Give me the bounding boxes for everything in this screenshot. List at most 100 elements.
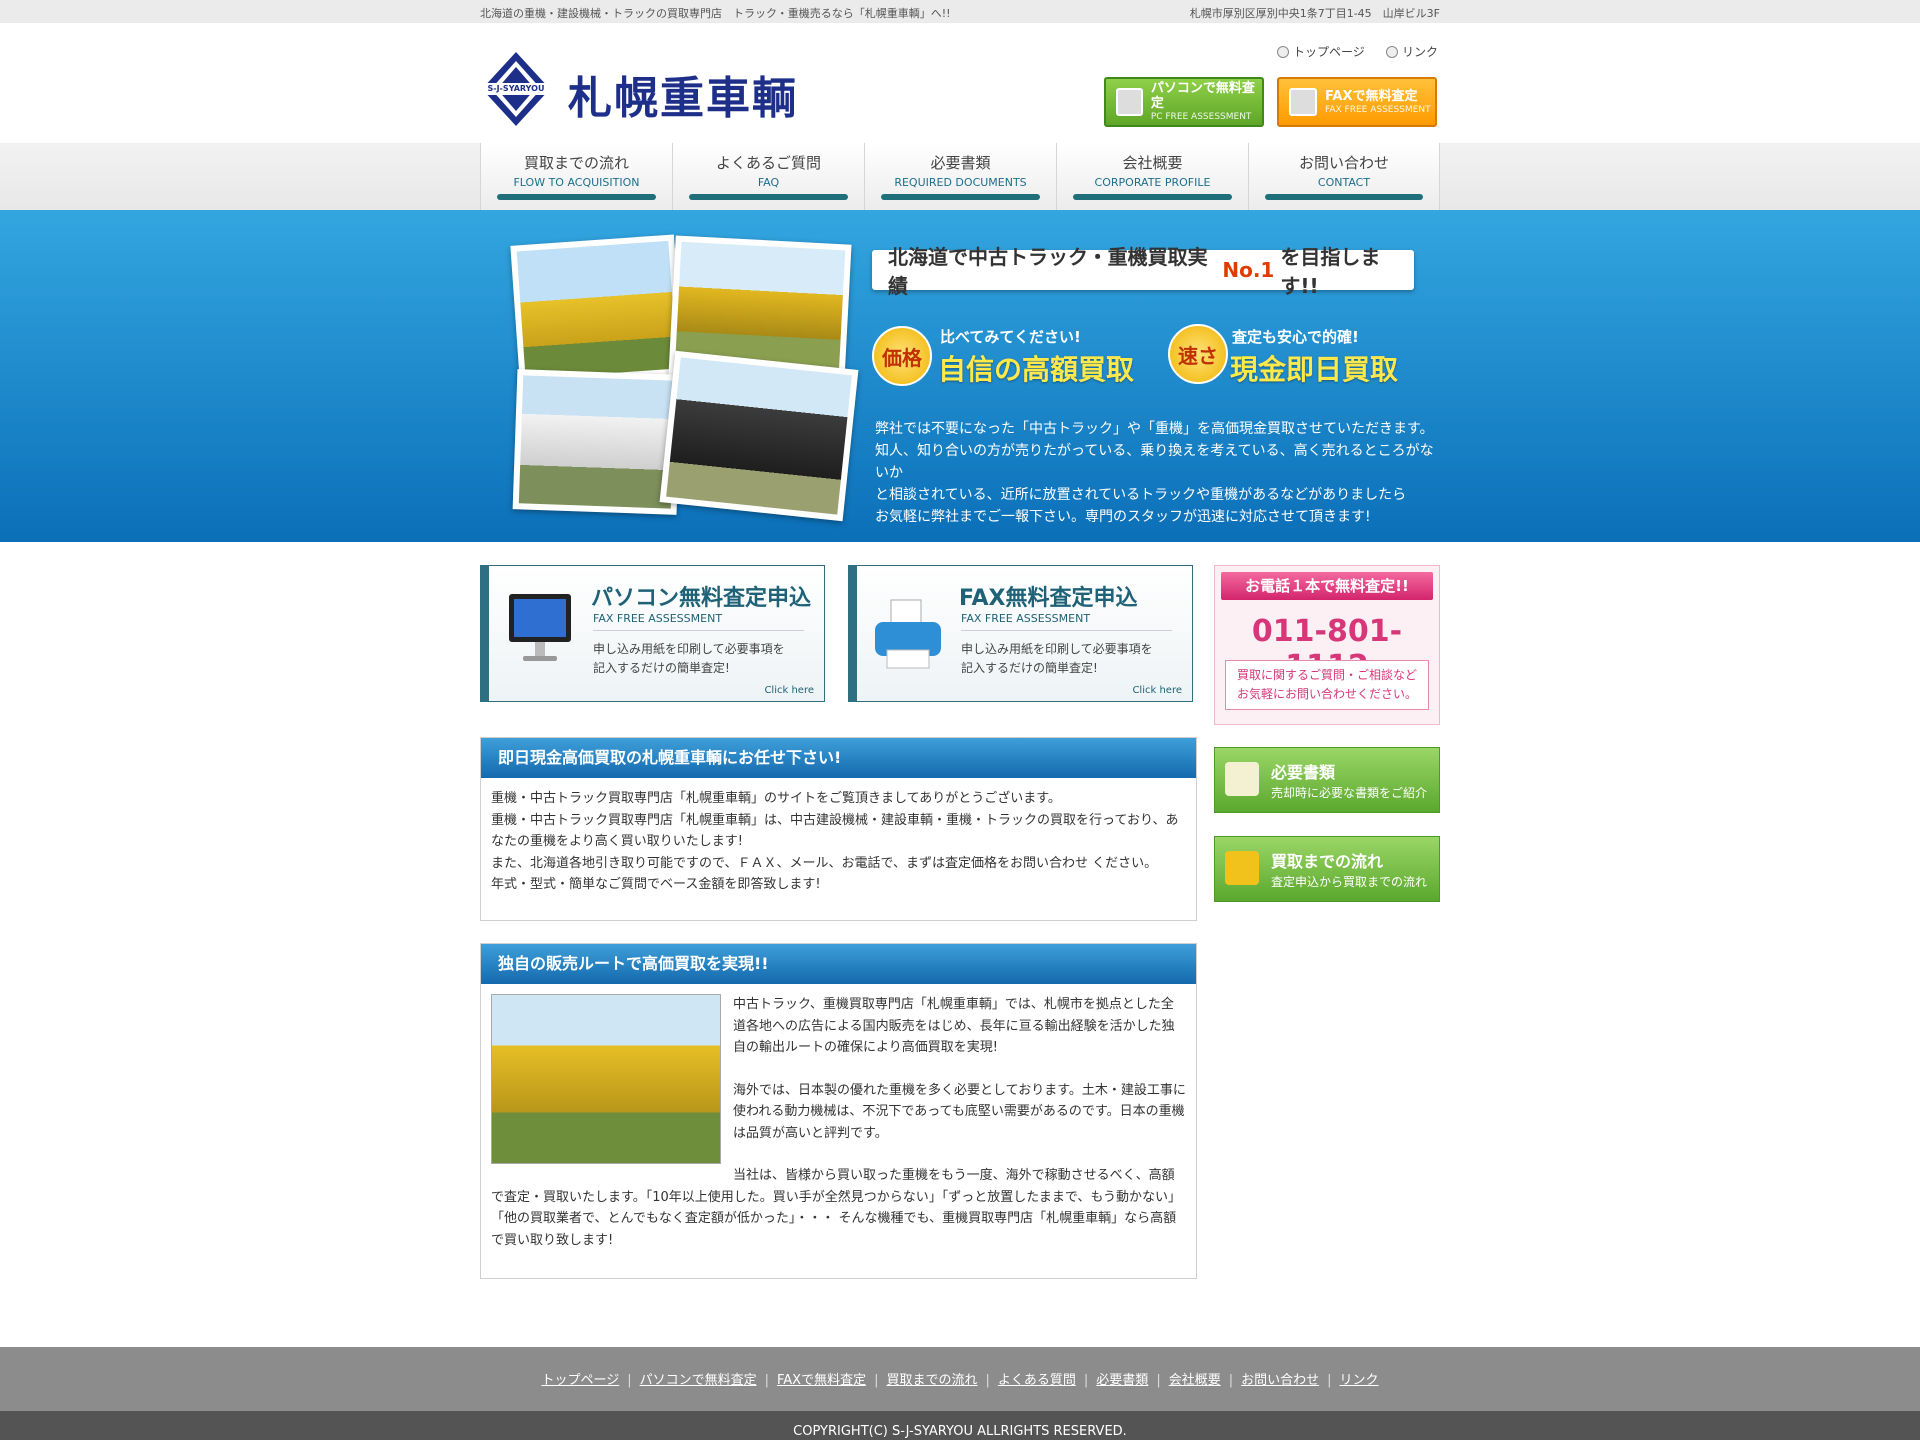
hero-tag-post: を目指します!! [1280, 245, 1381, 298]
footer-separator: | [627, 1373, 632, 1388]
bullet-icon [1386, 45, 1398, 58]
nav-item-label: よくあるご質問 [715, 154, 821, 172]
footer-link-contact[interactable]: お問い合わせ [1241, 1373, 1319, 1388]
banner-strip [481, 566, 489, 701]
footer-separator: | [1083, 1373, 1089, 1388]
acquisition-flow-button[interactable]: 買取までの流れ 査定申込から買取までの流れ [1214, 836, 1440, 902]
fax-assessment-banner[interactable]: FAX無料査定申込 FAX FREE ASSESSMENT 申し込み用紙を印刷し… [848, 565, 1193, 702]
feature1-big: 自信の高額買取 [938, 353, 1135, 386]
nav-item-label: 会社概要 [1122, 154, 1183, 172]
pc-button-label: パソコンで無料査定 [1150, 81, 1255, 111]
nav-item-sub: CORPORATE PROFILE [1094, 176, 1211, 189]
top-bar: 北海道の重機・建設機械・トラックの買取専門店 トラック・重機売るなら「札幌重車輌… [0, 0, 1920, 23]
sales-route-panel: 独自の販売ルートで高価買取を実現!! 中古トラック、重機買取専門店「札幌重車輌」… [480, 943, 1197, 1279]
copyright-text: COPYRIGHT(C) S-J-SYARYOU ALLRIGHTS RESER… [793, 1424, 1127, 1439]
computer-icon [1116, 88, 1143, 116]
fax-banner-desc: 申し込み用紙を印刷して必要事項を 記入するだけの簡単査定! [961, 640, 1153, 678]
header-link-label: リンク [1402, 45, 1439, 59]
phone-box-heading: お電話１本で無料査定!! [1221, 572, 1433, 600]
feature2-small: 査定も安心で的確! [1232, 328, 1359, 346]
nav-item-label: お問い合わせ [1298, 154, 1389, 172]
desc-line: 申し込み用紙を印刷して必要事項を [593, 642, 785, 656]
side-button-sub: 売却時に必要な書類をご紹介 [1271, 786, 1428, 800]
bullet-icon [1277, 45, 1289, 58]
site-logo-text[interactable]: 札幌重車輌 [568, 62, 798, 126]
nav-indicator-bar [497, 194, 656, 200]
fax-button-label: FAXで無料査定 [1325, 88, 1418, 104]
footer-separator: | [1156, 1373, 1161, 1388]
top-bar-address: 札幌市厚別区厚別中央1条7丁目1-45 山岸ビル3F [1189, 7, 1440, 20]
nav-item-sub: FAQ [757, 176, 780, 189]
nav-item-flow[interactable]: 買取までの流れ FLOW TO ACQUISITION [480, 143, 672, 210]
intro-line: また、北海道各地引き取り可能ですので、ＦＡＸ、メール、お電話で、まずは査定価格を… [491, 855, 1158, 871]
price-badge: 価格 [872, 326, 932, 386]
intro-line: 年式・型式・簡単なご質問でベース金額を即答致します! [491, 877, 821, 892]
pc-button-sub: PC FREE ASSESSMENT [1150, 112, 1252, 122]
hero-description: 弊社では不要になった「中古トラック」や「重機」を高価現金買取させていただきます。… [875, 418, 1435, 528]
nav-item-sub: REQUIRED DOCUMENTS [894, 176, 1027, 189]
hero-body-line: 知人、知り合いの方が売りたがっている、乗り換えを考えている、高く売れるところがな… [875, 443, 1434, 481]
footer-separator: | [1327, 1373, 1332, 1388]
footer-separator: | [1228, 1373, 1234, 1388]
top-bar-tagline: 北海道の重機・建設機械・トラックの買取専門店 トラック・重機売るなら「札幌重車輌… [480, 7, 951, 20]
sales-route-body: 中古トラック、重機買取専門店「札幌重車輌」では、札幌市を拠点とした全道各地への広… [481, 984, 1196, 1251]
nav-item-label: 必要書類 [930, 154, 991, 172]
monitor-icon [505, 590, 575, 670]
desc-line: 記入するだけの簡単査定! [961, 661, 1098, 675]
footer-link-profile[interactable]: 会社概要 [1169, 1373, 1221, 1388]
nav-item-label: 買取までの流れ [523, 154, 629, 172]
required-documents-button[interactable]: 必要書類 売却時に必要な書類をご紹介 [1214, 747, 1440, 813]
intro-panel-body: 重機・中古トラック買取専門店「札幌重車輌」のサイトをご覧頂きましてありがとうござ… [481, 778, 1196, 896]
fax-assessment-button[interactable]: FAXで無料査定 FAX FREE ASSESSMENT [1277, 77, 1437, 127]
nav-indicator-bar [1073, 194, 1232, 200]
nav-item-documents[interactable]: 必要書類 REQUIRED DOCUMENTS [864, 143, 1056, 210]
side-button-sub: 査定申込から買取までの流れ [1271, 875, 1428, 889]
hero-body-line: お気軽に弊社までご一報下さい。専門のスタッフが迅速に対応させて頂きます! [875, 509, 1371, 525]
footer-link-fax[interactable]: FAXで無料査定 [777, 1373, 866, 1388]
pc-banner-title: パソコン無料査定申込 [591, 586, 812, 611]
click-here-link[interactable]: Click here [1132, 685, 1182, 696]
footer-link-links[interactable]: リンク [1340, 1373, 1379, 1388]
wheel-loader-photo [491, 994, 721, 1164]
nav-item-profile[interactable]: 会社概要 CORPORATE PROFILE [1056, 143, 1248, 210]
footer-separator: | [985, 1373, 990, 1388]
side-button-title: 買取までの流れ [1271, 852, 1384, 871]
hero-photo-crane-truck [512, 369, 682, 515]
divider [593, 630, 804, 631]
intro-line: 重機・中古トラック買取専門店「札幌重車輌」は、中古建設機械・建設車輌・重機・トラ… [491, 812, 1179, 850]
nav-item-sub: CONTACT [1317, 176, 1371, 189]
pc-banner-desc: 申し込み用紙を印刷して必要事項を 記入するだけの簡単査定! [593, 640, 785, 678]
nav-indicator-bar [881, 194, 1040, 200]
nav-item-faq[interactable]: よくあるご質問 FAQ [672, 143, 864, 210]
click-here-link[interactable]: Click here [764, 685, 814, 696]
footer-link-flow[interactable]: 買取までの流れ [886, 1373, 977, 1388]
intro-line: 重機・中古トラック買取専門店「札幌重車輌」のサイトをご覧頂きましてありがとうござ… [491, 791, 1061, 806]
pc-assessment-banner[interactable]: パソコン無料査定申込 FAX FREE ASSESSMENT 申し込み用紙を印刷… [480, 565, 825, 702]
main-nav: 買取までの流れ FLOW TO ACQUISITION よくあるご質問 FAQ … [480, 143, 1440, 210]
header-link-label: トップページ [1293, 45, 1365, 59]
divider [961, 630, 1172, 631]
footer-link-documents[interactable]: 必要書類 [1096, 1373, 1148, 1388]
footer-link-top[interactable]: トップページ [541, 1373, 619, 1388]
nav-item-sub: FLOW TO ACQUISITION [513, 176, 640, 189]
intro-panel: 即日現金高価買取の札幌重車輌にお任せ下さい! 重機・中古トラック買取専門店「札幌… [480, 737, 1197, 921]
phone-box-note: 買取に関するご質問・ご相談など お気軽にお問い合わせください。 [1225, 660, 1429, 710]
hero-body-line: と相談されている、近所に放置されているトラックや重機があるなどがありましたら [875, 487, 1407, 503]
banner-strip [849, 566, 857, 701]
fax-banner-title: FAX無料査定申込 [959, 586, 1138, 611]
header-link-top[interactable]: トップページ [1277, 43, 1365, 60]
hero-tag-pre: 北海道で中古トラック・重機買取実績 [888, 245, 1208, 298]
fax-button-sub: FAX FREE ASSESSMENT [1325, 104, 1431, 115]
footer-separator: | [764, 1373, 769, 1388]
note-line: お気軽にお問い合わせください。 [1236, 687, 1417, 701]
phone-contact-box: お電話１本で無料査定!! 011-801-1112 買取に関するご質問・ご相談な… [1214, 565, 1440, 725]
pc-assessment-button[interactable]: パソコンで無料査定 PC FREE ASSESSMENT [1104, 77, 1264, 127]
header-link-links[interactable]: リンク [1386, 43, 1438, 60]
hero-photo-dump-truck [659, 350, 859, 522]
logo-icon[interactable]: S-J-SYARYOU [480, 50, 552, 128]
footer-link-faq[interactable]: よくある質問 [998, 1373, 1076, 1388]
hero-tag-no1: No.1 [1222, 258, 1275, 282]
footer-link-pc[interactable]: パソコンで無料査定 [640, 1373, 757, 1388]
excavator-icon [1225, 851, 1259, 885]
nav-item-contact[interactable]: お問い合わせ CONTACT [1248, 143, 1440, 210]
